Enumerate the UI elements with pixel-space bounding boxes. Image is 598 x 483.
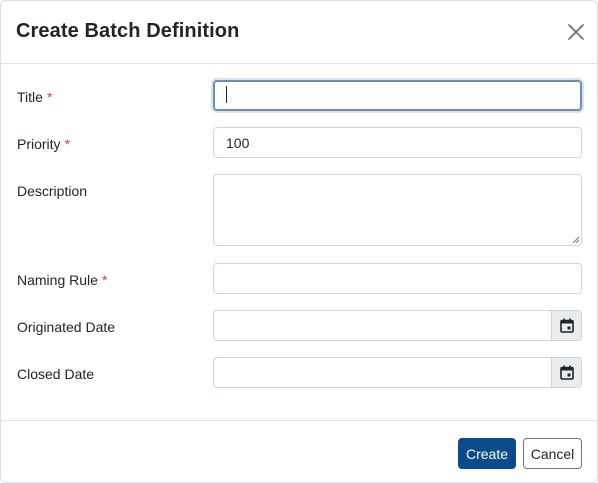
naming-rule-input[interactable] <box>213 263 582 294</box>
naming-rule-label: Naming Rule * <box>17 272 107 288</box>
closed-date-field[interactable] <box>213 357 582 388</box>
description-textarea[interactable] <box>213 174 582 246</box>
create-button[interactable]: Create <box>458 438 516 469</box>
priority-label: Priority * <box>17 136 70 152</box>
title-label: Title * <box>17 89 52 105</box>
resize-grip-icon[interactable] <box>572 236 579 243</box>
required-marker: * <box>46 89 53 105</box>
originated-date-field[interactable] <box>213 310 582 341</box>
dialog-title: Create Batch Definition <box>16 20 240 42</box>
close-icon <box>568 24 584 40</box>
cancel-button[interactable]: Cancel <box>523 438 582 469</box>
closed-date-label: Closed Date <box>17 366 95 382</box>
required-marker: * <box>64 136 71 152</box>
dialog-footer: Create Cancel <box>1 420 597 482</box>
originated-date-calendar-button[interactable] <box>551 311 581 340</box>
close-button[interactable] <box>563 19 589 45</box>
priority-input[interactable] <box>213 127 582 158</box>
title-input[interactable] <box>213 80 582 111</box>
closed-date-calendar-button[interactable] <box>551 358 581 387</box>
required-marker: * <box>101 272 108 288</box>
naming-rule-label-text: Naming Rule <box>17 272 98 288</box>
title-label-text: Title <box>17 89 43 105</box>
calendar-icon <box>559 365 574 380</box>
calendar-icon <box>559 318 574 333</box>
text-caret <box>226 86 227 103</box>
dialog-header: Create Batch Definition <box>1 1 597 64</box>
priority-label-text: Priority <box>17 136 61 152</box>
create-batch-dialog: Create Batch Definition Title * Priority *… <box>0 0 598 483</box>
originated-date-label: Originated Date <box>17 319 116 335</box>
description-label: Description <box>17 183 88 199</box>
